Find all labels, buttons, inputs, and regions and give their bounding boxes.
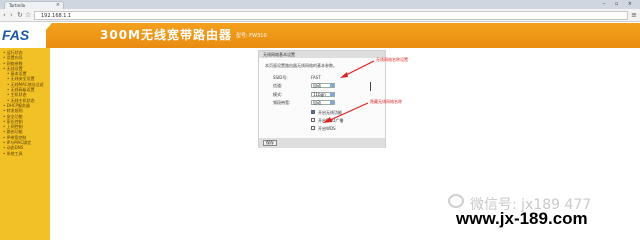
- wechat-icon: [448, 194, 464, 208]
- bandwidth-value: 自动: [313, 100, 321, 105]
- panel-title: 无线网络基本设置: [259, 51, 385, 58]
- back-icon[interactable]: ‹: [3, 11, 6, 19]
- address-bar[interactable]: 192.168.1.1: [34, 11, 628, 20]
- panel-body: 本页面设置路由器无线网络的基本参数。 SSID号: FAST 信道: 自动 模式…: [259, 58, 385, 138]
- enable-wds-label: 开启WDS: [318, 126, 336, 131]
- router-header: FAST 300M无线宽带路由器 型号: FW310: [0, 23, 640, 48]
- chevron-down-icon: [330, 84, 334, 87]
- menu-icon[interactable]: ≡: [631, 11, 637, 19]
- bandwidth-select[interactable]: 自动: [311, 100, 335, 105]
- mode-label: 模式:: [273, 92, 283, 97]
- browser-navbar: ‹ › ↻ ☆ 192.168.1.1 ≡: [0, 9, 640, 22]
- channel-select[interactable]: 自动: [311, 83, 335, 88]
- tab-title: Tartrello: [9, 3, 26, 8]
- close-tab-icon[interactable]: ×: [56, 2, 60, 9]
- reload-icon[interactable]: ↻: [17, 11, 23, 19]
- chevron-down-icon: [330, 93, 334, 96]
- browser-tab[interactable]: Tartrello ×: [4, 1, 64, 9]
- ssid-input[interactable]: FAST: [311, 75, 321, 80]
- channel-label: 信道:: [273, 83, 283, 88]
- ssid-broadcast-checkbox[interactable]: [311, 118, 315, 122]
- save-button[interactable]: 保存: [263, 140, 277, 146]
- wireless-settings-panel: 无线网络基本设置 本页面设置路由器无线网络的基本参数。 SSID号: FAST …: [258, 50, 386, 148]
- text-cursor: [370, 82, 371, 91]
- broadcast-annotation: 隐藏无线网络名称: [370, 99, 402, 104]
- chevron-down-icon: [330, 101, 334, 104]
- sidebar-item[interactable]: • 系统工具: [0, 151, 50, 156]
- enable-wireless-label: 开启无线功能: [318, 110, 342, 115]
- mode-value: 11bgn: [313, 92, 326, 97]
- panel-intro: 本页面设置路由器无线网络的基本参数。: [265, 63, 337, 68]
- mode-select[interactable]: 11bgn: [311, 92, 335, 97]
- star-icon[interactable]: ☆: [25, 11, 31, 19]
- ssid-broadcast-label: 开启SSID广播: [318, 118, 344, 123]
- enable-wds-checkbox[interactable]: [311, 126, 315, 130]
- forward-icon[interactable]: ›: [10, 11, 13, 19]
- browser-tabbar: Tartrello × – ▫ ×: [0, 0, 640, 9]
- page-title: 300M无线宽带路由器: [100, 28, 232, 42]
- enable-wireless-checkbox[interactable]: [311, 110, 315, 114]
- sidebar: • 运行状态 • 设置向导 • 网络参数 • 无线设置 • 基本设置 • 无线安全设置 • …: [0, 48, 50, 240]
- bandwidth-label: 频段带宽:: [273, 100, 291, 105]
- ssid-label: SSID号:: [273, 75, 288, 80]
- model-label: 型号: FW310: [236, 33, 267, 39]
- channel-value: 自动: [313, 83, 321, 88]
- panel-footer: 保存: [259, 138, 385, 148]
- window-controls[interactable]: – ▫ ×: [603, 1, 636, 7]
- ssid-annotation: 无线网络名称设置: [376, 57, 408, 62]
- site-watermark: www.jx-189.com: [456, 209, 588, 228]
